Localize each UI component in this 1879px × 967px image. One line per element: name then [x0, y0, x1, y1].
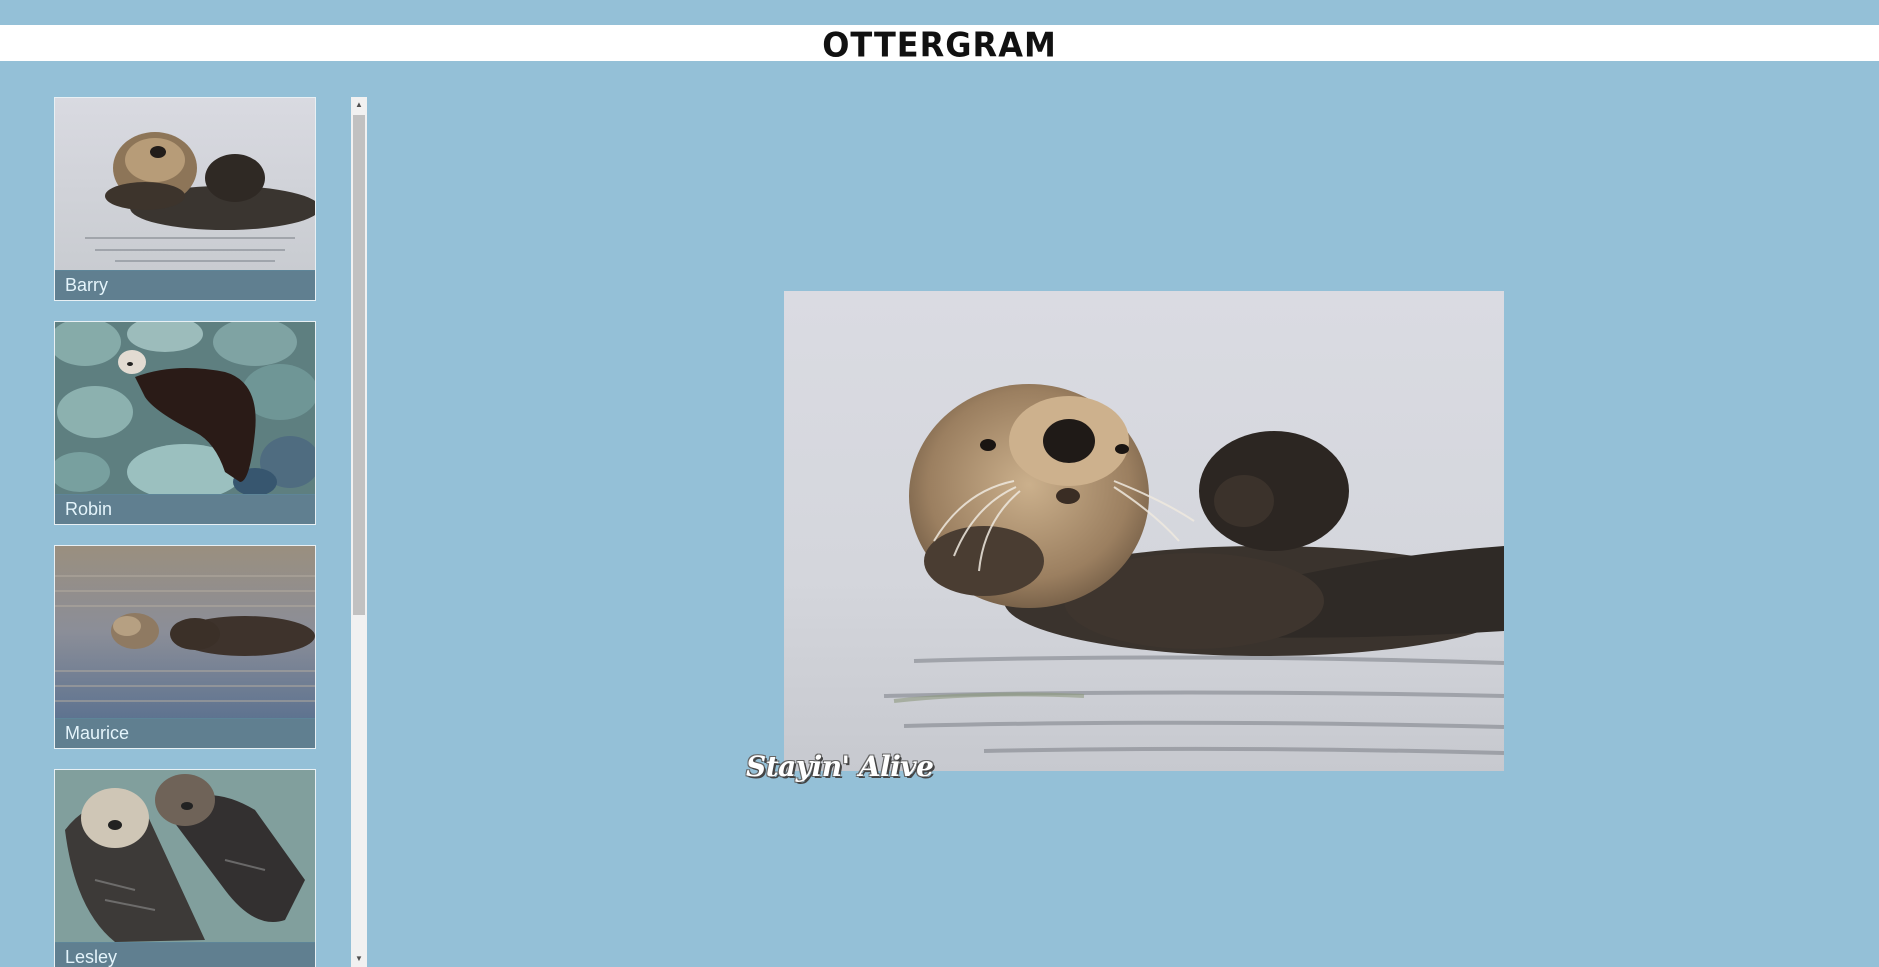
thumbnail-scrollbar[interactable]: ▲ ▼	[351, 97, 367, 967]
thumbnail-image[interactable]	[55, 322, 315, 494]
thumbnail-maurice[interactable]: Maurice	[54, 545, 316, 749]
thumbnail-barry[interactable]: Barry	[54, 97, 316, 301]
thumbnail-image[interactable]	[55, 98, 315, 270]
thumbnail-caption: Lesley	[55, 943, 315, 967]
header-bar: OTTERGRAM	[0, 25, 1879, 65]
scroll-down-arrow-icon[interactable]: ▼	[351, 951, 367, 967]
logo: OTTERGRAM	[822, 25, 1057, 65]
thumbnail-caption: Robin	[55, 495, 315, 524]
thumbnail-caption: Maurice	[55, 719, 315, 748]
detail-title: Stayin' Alive	[746, 750, 934, 783]
thumbnail-lesley[interactable]: Lesley	[54, 769, 316, 967]
scrollbar-thumb[interactable]	[353, 115, 365, 615]
thumbnail-image[interactable]	[55, 546, 315, 718]
thumbnail-robin[interactable]: Robin	[54, 321, 316, 525]
thumbnail-caption: Barry	[55, 271, 315, 300]
thumbnail-list: Barry Robin Maurice Lesley	[54, 97, 316, 967]
thumbnail-image[interactable]	[55, 770, 315, 942]
detail-image	[784, 291, 1504, 771]
scroll-up-arrow-icon[interactable]: ▲	[351, 97, 367, 113]
